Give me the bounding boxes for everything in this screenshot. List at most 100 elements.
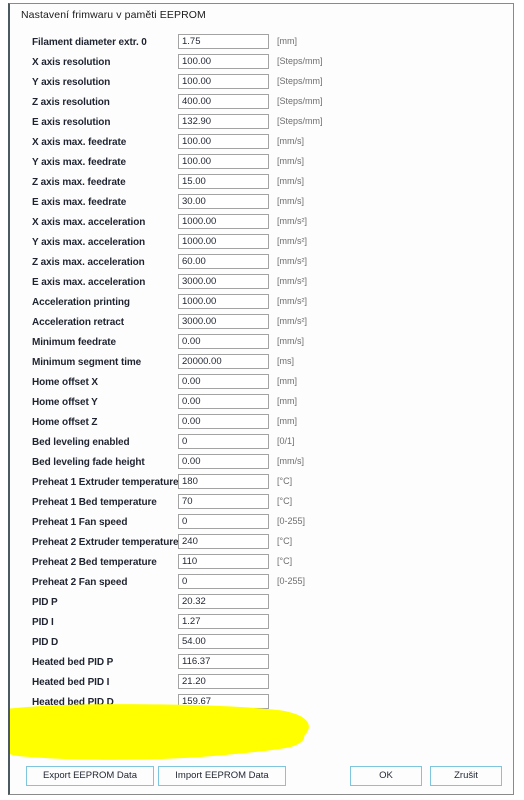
setting-unit-label: [°C] <box>277 556 293 566</box>
setting-value-input[interactable] <box>178 94 269 109</box>
setting-row: E axis resolution [Steps/mm] <box>10 114 513 134</box>
setting-row: Preheat 2 Fan speed [0-255] <box>10 574 513 594</box>
setting-value-input[interactable] <box>178 554 269 569</box>
setting-value-input[interactable] <box>178 734 269 749</box>
setting-unit-label: [0-255] <box>277 516 306 526</box>
setting-label: Home offset Y <box>32 397 98 408</box>
setting-label: PID I <box>32 617 54 628</box>
setting-label: Preheat 1 Bed temperature <box>32 497 157 508</box>
setting-unit-label: [mm/s] <box>277 196 304 206</box>
setting-value-input[interactable] <box>178 134 269 149</box>
setting-row: X axis max. feedrate [mm/s] <box>10 134 513 154</box>
setting-unit-label: [0/1] <box>277 436 295 446</box>
setting-row: Z axis max. feedrate [mm/s] <box>10 174 513 194</box>
setting-row: PID D <box>10 634 513 654</box>
setting-label: Y axis max. feedrate <box>32 157 126 168</box>
dialog-title-bar: Nastavení frimwaru v paměti EEPROM <box>10 4 513 26</box>
setting-value-input[interactable] <box>178 454 269 469</box>
setting-unit-label: [mm] <box>277 376 297 386</box>
setting-value-input[interactable] <box>178 254 269 269</box>
setting-label: Preheat 1 Fan speed <box>32 517 128 528</box>
setting-value-input[interactable] <box>178 414 269 429</box>
setting-label: Heated bed PID D <box>32 697 114 708</box>
setting-label: Y axis max. acceleration <box>32 237 146 248</box>
setting-row: Bed leveling enabled [0/1] <box>10 434 513 454</box>
setting-value-input[interactable] <box>178 34 269 49</box>
setting-value-input[interactable] <box>178 394 269 409</box>
setting-value-input[interactable] <box>178 294 269 309</box>
setting-value-input[interactable] <box>178 334 269 349</box>
setting-value-input[interactable] <box>178 534 269 549</box>
setting-unit-label: [ms] <box>277 356 294 366</box>
setting-label: Home offset Z <box>32 417 98 428</box>
setting-value-input[interactable] <box>178 694 269 709</box>
setting-row: Acceleration retract [mm/s²] <box>10 314 513 334</box>
setting-value-input[interactable] <box>178 654 269 669</box>
setting-label: E axis resolution <box>32 117 111 128</box>
setting-label: Preheat 1 Extruder temperature <box>32 477 179 488</box>
setting-value-input[interactable] <box>178 574 269 589</box>
setting-row: Preheat 1 Extruder temperature [°C] <box>10 474 513 494</box>
setting-value-input[interactable] <box>178 154 269 169</box>
setting-value-input[interactable] <box>178 214 269 229</box>
setting-unit-label: [°C] <box>277 496 293 506</box>
setting-value-input[interactable] <box>178 594 269 609</box>
import-eeprom-data-button[interactable]: Import EEPROM Data <box>158 766 286 786</box>
setting-value-input[interactable] <box>178 514 269 529</box>
setting-value-input[interactable] <box>178 194 269 209</box>
setting-row: Z probe offset [mm] <box>10 714 513 734</box>
setting-value-input[interactable] <box>178 314 269 329</box>
setting-value-input[interactable] <box>178 714 269 729</box>
setting-value-input[interactable] <box>178 634 269 649</box>
setting-row: Heated bed PID I <box>10 674 513 694</box>
setting-label: Z axis max. acceleration <box>32 257 145 268</box>
setting-label: Preheat 2 Bed temperature <box>32 557 157 568</box>
setting-unit-label: [mm/s²] <box>277 256 307 266</box>
setting-value-input[interactable] <box>178 74 269 89</box>
setting-row: Y axis resolution [Steps/mm] <box>10 74 513 94</box>
setting-value-input[interactable] <box>178 374 269 389</box>
setting-row: Preheat 1 Bed temperature [°C] <box>10 494 513 514</box>
ok-button[interactable]: OK <box>350 766 422 786</box>
setting-row: Z axis resolution [Steps/mm] <box>10 94 513 114</box>
setting-unit-label: [mm] <box>277 416 297 426</box>
setting-row: PID P <box>10 594 513 614</box>
setting-row: Heated bed PID D <box>10 694 513 714</box>
setting-row: Bed leveling fade height [mm/s] <box>10 454 513 474</box>
setting-value-input[interactable] <box>178 494 269 509</box>
setting-label: Preheat 2 Extruder temperature <box>32 537 179 548</box>
dialog-button-bar: Export EEPROM Data Import EEPROM Data OK… <box>10 766 513 790</box>
setting-value-input[interactable] <box>178 274 269 289</box>
setting-unit-label: [mm/s²] <box>277 296 307 306</box>
setting-value-input[interactable] <box>178 234 269 249</box>
setting-unit-label: [mm] <box>277 716 297 726</box>
setting-value-input[interactable] <box>178 474 269 489</box>
setting-value-input[interactable] <box>178 54 269 69</box>
setting-label: Home offset X <box>32 377 98 388</box>
setting-value-input[interactable] <box>178 614 269 629</box>
setting-row: Home offset X [mm] <box>10 374 513 394</box>
setting-unit-label: [mm/s] <box>277 136 304 146</box>
setting-unit-label: [mm/s²] <box>277 316 307 326</box>
setting-row: Advance K <box>10 734 513 754</box>
dialog-title: Nastavení frimwaru v paměti EEPROM <box>21 9 206 21</box>
setting-label: Minimum segment time <box>32 357 142 368</box>
cancel-button[interactable]: Zrušit <box>430 766 502 786</box>
setting-unit-label: [mm/s²] <box>277 216 307 226</box>
setting-value-input[interactable] <box>178 434 269 449</box>
setting-label: Preheat 2 Fan speed <box>32 577 128 588</box>
setting-value-input[interactable] <box>178 674 269 689</box>
setting-row: Home offset Z [mm] <box>10 414 513 434</box>
export-eeprom-data-button[interactable]: Export EEPROM Data <box>26 766 154 786</box>
setting-label: Filament diameter extr. 0 <box>32 37 147 48</box>
setting-unit-label: [Steps/mm] <box>277 116 323 126</box>
setting-value-input[interactable] <box>178 114 269 129</box>
setting-row: X axis max. acceleration [mm/s²] <box>10 214 513 234</box>
setting-unit-label: [mm/s] <box>277 176 304 186</box>
setting-row: E axis max. feedrate [mm/s] <box>10 194 513 214</box>
setting-value-input[interactable] <box>178 354 269 369</box>
setting-label: PID P <box>32 597 58 608</box>
setting-unit-label: [mm/s] <box>277 156 304 166</box>
setting-value-input[interactable] <box>178 174 269 189</box>
setting-row: PID I <box>10 614 513 634</box>
